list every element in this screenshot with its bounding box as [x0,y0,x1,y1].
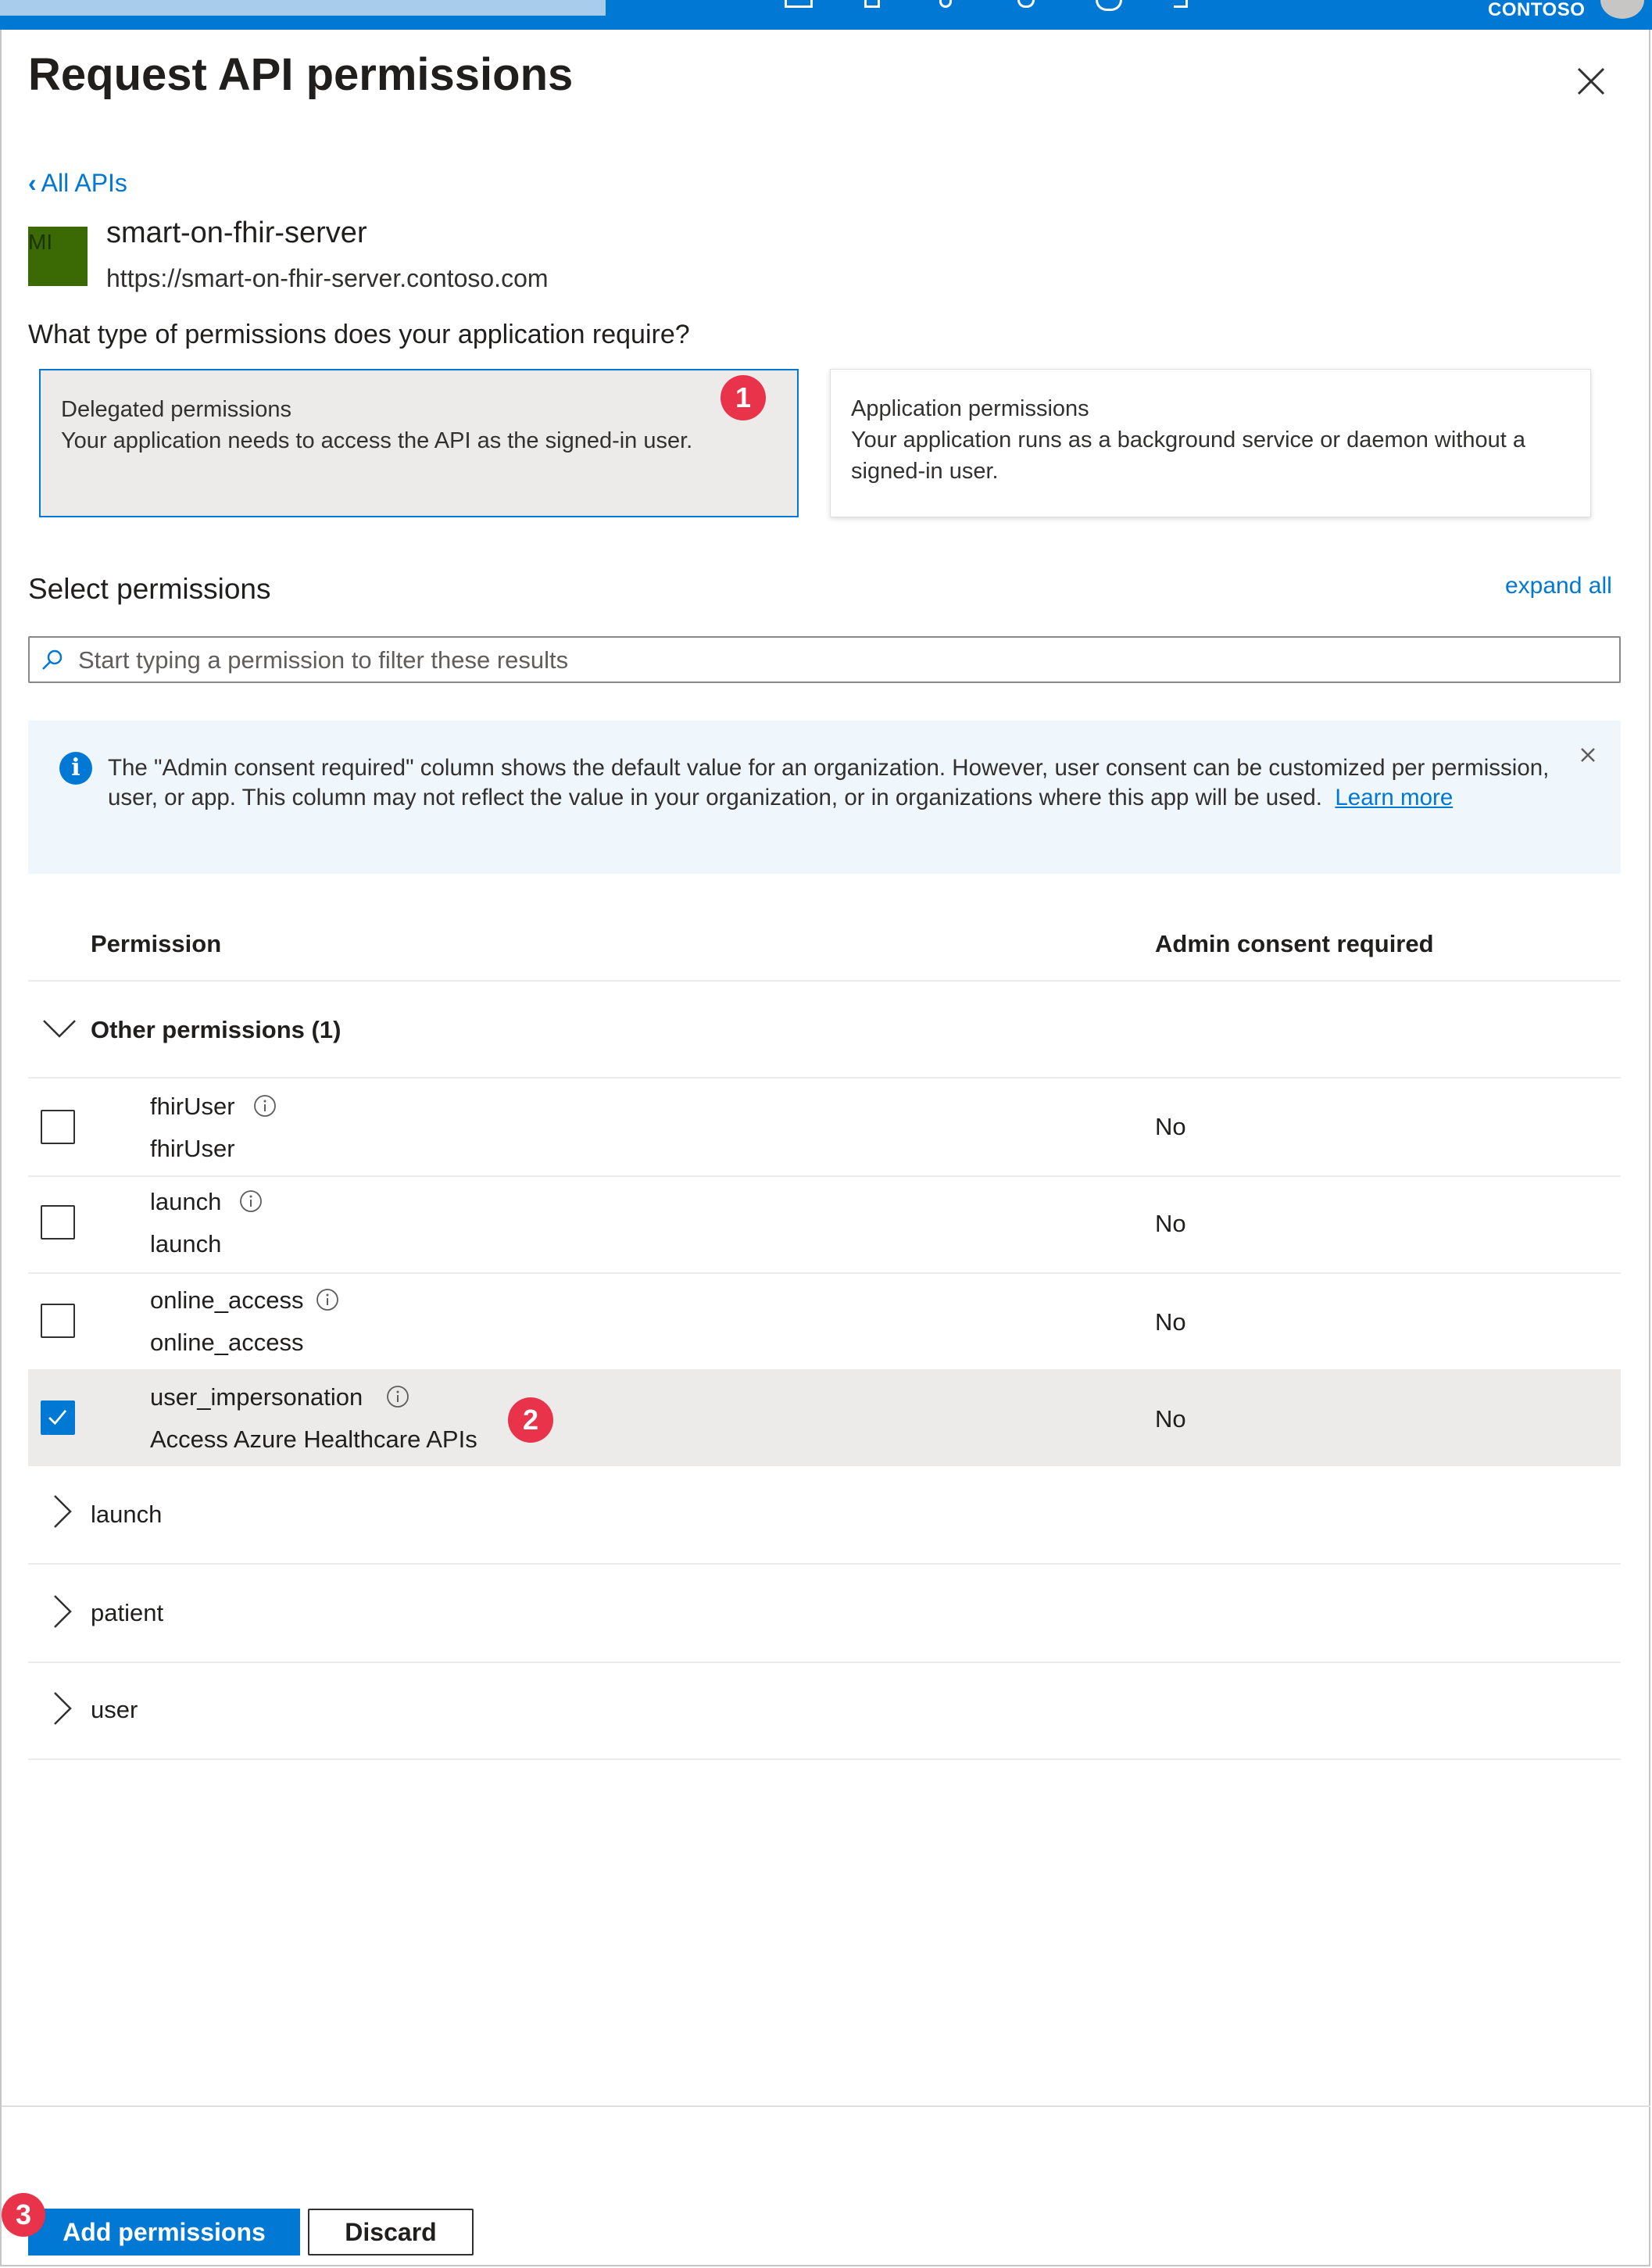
permission-description: launch [150,1230,222,1257]
permission-checkbox-fhiruser[interactable] [41,1110,75,1144]
permission-description: Access Azure Healthcare APIs [150,1426,477,1453]
application-permissions-description: Your application runs as a background se… [851,427,1526,484]
callout-badge-3: 3 [2,2193,45,2237]
chevron-left-icon: ‹ [28,169,37,197]
help-icon[interactable] [1096,0,1122,11]
feedback-icon[interactable] [1174,0,1188,8]
group-label: Other permissions (1) [91,1016,341,1043]
discard-button[interactable]: Discard [308,2209,474,2255]
learn-more-link[interactable]: Learn more [1335,785,1453,810]
admin-consent-value: No [1155,1210,1186,1237]
group-row-user[interactable]: user [28,1663,1621,1760]
permission-name: launch [150,1188,222,1215]
delegated-permissions-title: Delegated permissions [61,397,291,422]
permission-name: online_access [150,1286,304,1314]
column-header-admin-consent: Admin consent required [1155,930,1434,957]
checkmark-icon [48,1410,67,1426]
admin-consent-value: No [1155,1308,1186,1336]
api-logo: MI [28,227,88,286]
chevron-down-icon[interactable] [42,1011,77,1046]
portal-top-bar: CONTOSO [0,0,1652,30]
all-apis-label: All APIs [41,169,127,197]
info-icon: i [59,752,92,785]
directory-filter-icon[interactable] [864,0,880,8]
group-label: user [91,1696,138,1723]
callout-badge-2: 2 [508,1397,553,1443]
permission-row-launch[interactable]: launch launch No [28,1177,1621,1274]
permission-name: fhirUser [150,1093,235,1120]
permission-row-user-impersonation[interactable]: user_impersonation Access Azure Healthca… [28,1371,1621,1466]
chevron-right-icon[interactable] [45,1594,80,1629]
info-circle-icon[interactable] [316,1288,339,1311]
admin-consent-value: No [1155,1405,1186,1433]
page-title: Request API permissions [28,49,574,100]
search-icon [42,649,63,670]
footer-divider [2,2105,1650,2107]
avatar[interactable] [1600,0,1644,19]
group-row-launch[interactable]: launch [28,1466,1621,1563]
permission-checkbox-online-access[interactable] [41,1304,75,1338]
permission-checkbox-launch[interactable] [41,1205,75,1240]
expand-all-link[interactable]: expand all [1505,569,1612,603]
close-icon[interactable] [1571,61,1611,102]
delegated-permissions-description: Your application needs to access the API… [61,428,693,453]
permission-name: user_impersonation [150,1383,363,1411]
api-name: smart-on-fhir-server [106,216,367,249]
divider [28,1758,1621,1760]
tenant-name[interactable]: CONTOSO [1488,0,1585,20]
application-permissions-card[interactable]: Application permissions Your application… [830,369,1591,517]
permission-checkbox-user-impersonation[interactable] [41,1401,75,1435]
delegated-permissions-card[interactable]: Delegated permissions Your application n… [39,369,799,517]
dismiss-info-icon[interactable] [1575,742,1600,767]
notifications-icon[interactable] [939,0,952,8]
info-circle-icon[interactable] [239,1189,263,1213]
info-bar-text: The "Admin consent required" column show… [108,753,1561,813]
chevron-right-icon[interactable] [45,1494,80,1529]
api-url: https://smart-on-fhir-server.contoso.com [106,264,549,292]
admin-consent-value: No [1155,1113,1186,1140]
permission-description: fhirUser [150,1135,235,1162]
callout-badge-1: 1 [721,375,766,420]
permission-row-fhiruser[interactable]: fhirUser fhirUser No [28,1079,1621,1175]
group-label: launch [91,1501,163,1528]
permission-search-input[interactable] [77,638,1611,683]
permission-row-online-access[interactable]: online_access online_access No [28,1274,1621,1371]
settings-icon[interactable] [1017,0,1035,8]
add-permissions-button[interactable]: Add permissions [28,2209,300,2255]
group-label: patient [91,1599,164,1626]
info-bar-message: The "Admin consent required" column show… [108,755,1550,810]
application-permissions-title: Application permissions [851,396,1089,421]
loading-progress-bar [0,0,606,16]
info-circle-icon[interactable] [386,1385,409,1408]
permission-type-question: What type of permissions does your appli… [28,320,690,349]
api-logo-initials: MI [28,230,53,254]
column-header-permission: Permission [91,930,222,957]
permission-search-box[interactable] [28,636,1621,683]
permission-description: online_access [150,1329,304,1356]
all-apis-link[interactable]: ‹ All APIs [28,167,127,199]
chevron-right-icon[interactable] [45,1691,80,1726]
select-permissions-title: Select permissions [28,573,271,605]
group-row-other-permissions[interactable]: Other permissions (1) [28,982,1621,1077]
info-circle-icon[interactable] [253,1094,277,1118]
cloud-shell-icon[interactable] [785,0,813,8]
group-row-patient[interactable]: patient [28,1565,1621,1662]
